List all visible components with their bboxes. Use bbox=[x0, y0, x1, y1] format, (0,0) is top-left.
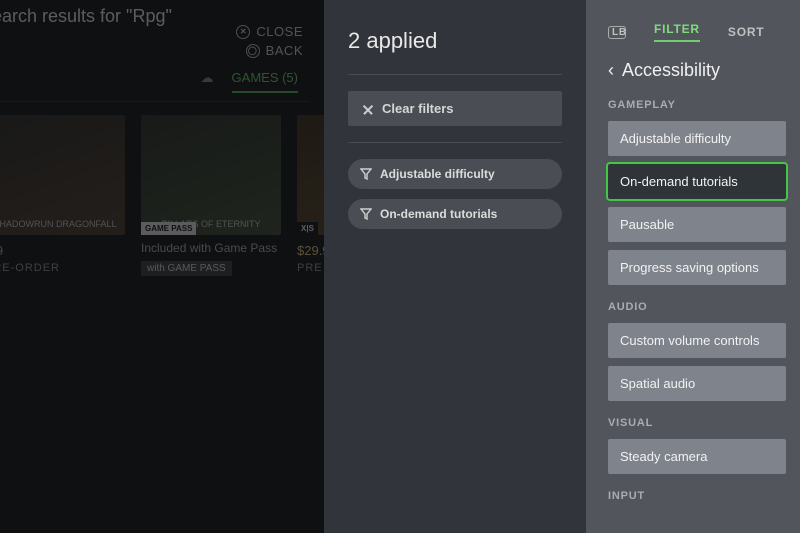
filter-section-header: AUDIO bbox=[608, 301, 786, 313]
filter-option[interactable]: Steady camera bbox=[608, 439, 786, 474]
game-price: .99 bbox=[0, 243, 125, 258]
close-button[interactable]: ✕ CLOSE bbox=[236, 24, 303, 39]
filter-section-header: INPUT bbox=[608, 490, 786, 502]
accessibility-back-button[interactable]: ‹ Accessibility bbox=[608, 60, 786, 81]
filter-section-header: GAMEPLAY bbox=[608, 99, 786, 111]
filter-icon bbox=[360, 208, 372, 220]
gamepass-badge: GAME PASS bbox=[141, 222, 196, 235]
filter-option[interactable]: Pausable bbox=[608, 207, 786, 242]
filter-section-header: VISUAL bbox=[608, 417, 786, 429]
filter-option[interactable]: Adjustable difficulty bbox=[608, 121, 786, 156]
chevron-left-icon: ‹ bbox=[608, 60, 614, 81]
applied-count: 2 applied bbox=[348, 28, 562, 54]
applied-filters-panel: 2 applied Clear filters Adjustable diffi… bbox=[324, 0, 586, 533]
xs-badge: X|S bbox=[297, 222, 318, 235]
filter-option[interactable]: Progress saving options bbox=[608, 250, 786, 285]
tab-games[interactable]: GAMES (5) bbox=[232, 70, 298, 93]
search-results-title: Search results for "Rpg" bbox=[0, 6, 172, 27]
cloud-icon: ☁ bbox=[201, 70, 214, 93]
game-subtext: PRE-ORDER bbox=[0, 262, 125, 274]
accessibility-header: Accessibility bbox=[622, 60, 720, 81]
filter-option[interactable]: On-demand tutorials bbox=[608, 164, 786, 199]
applied-filter-pill: On-demand tutorials bbox=[348, 199, 562, 229]
back-label: BACK bbox=[266, 43, 303, 58]
clear-filters-button[interactable]: Clear filters bbox=[348, 91, 562, 126]
gamepass-tag: with GAME PASS bbox=[141, 261, 232, 276]
back-icon: ◯ bbox=[246, 44, 260, 58]
clear-label: Clear filters bbox=[382, 101, 454, 116]
close-icon bbox=[362, 103, 374, 115]
game-art: PILLARS OF ETERNITY GAME PASS bbox=[141, 115, 281, 235]
tab-filter[interactable]: FILTER bbox=[654, 22, 700, 42]
filter-icon bbox=[360, 168, 372, 180]
applied-filter-pill: Adjustable difficulty bbox=[348, 159, 562, 189]
game-card[interactable]: SHADOWRUN DRAGONFALL .99 PRE-ORDER bbox=[0, 115, 125, 276]
divider bbox=[348, 74, 562, 75]
back-button[interactable]: ◯ BACK bbox=[236, 43, 303, 58]
filter-pill-label: On-demand tutorials bbox=[380, 207, 497, 221]
filter-option[interactable]: Custom volume controls bbox=[608, 323, 786, 358]
filter-pill-label: Adjustable difficulty bbox=[380, 167, 495, 181]
tabs: ☁ GAMES (5) bbox=[0, 70, 310, 102]
divider bbox=[348, 142, 562, 143]
close-icon: ✕ bbox=[236, 25, 250, 39]
filter-option[interactable]: Spatial audio bbox=[608, 366, 786, 401]
game-included: Included with Game Pass bbox=[141, 241, 281, 257]
close-label: CLOSE bbox=[256, 24, 303, 39]
game-card[interactable]: PILLARS OF ETERNITY GAME PASS Included w… bbox=[141, 115, 281, 276]
tab-sort[interactable]: SORT bbox=[728, 25, 765, 39]
game-art: SHADOWRUN DRAGONFALL bbox=[0, 115, 125, 235]
filter-panel: LB FILTER SORT ‹ Accessibility GAMEPLAY A… bbox=[586, 0, 800, 533]
lb-icon: LB bbox=[608, 26, 626, 39]
